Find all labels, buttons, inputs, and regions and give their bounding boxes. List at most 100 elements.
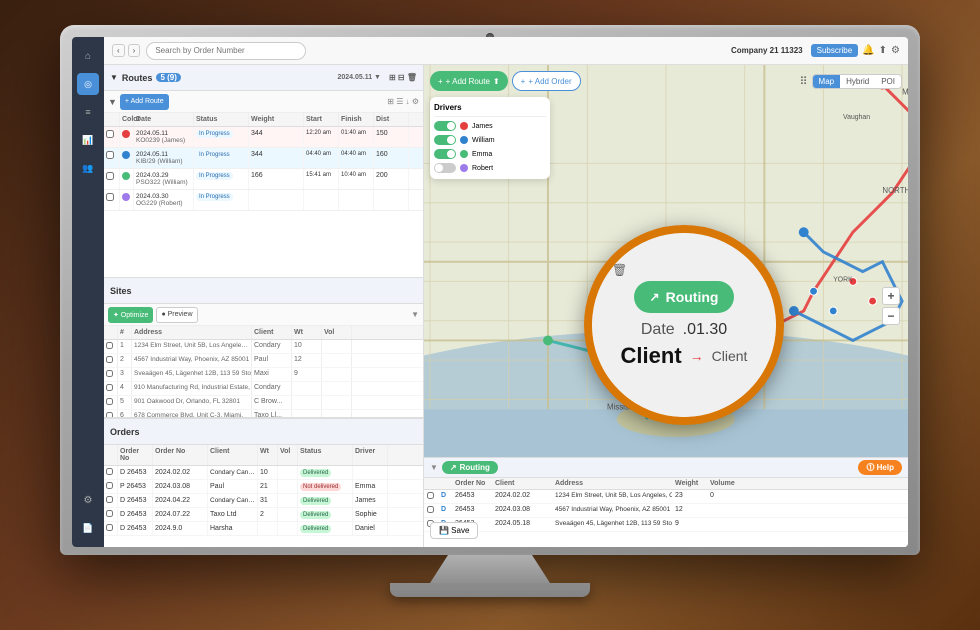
order-row-5[interactable]: D 26453 2024.9.0 Harsha Delivered Daniel — [104, 522, 423, 536]
nav-back-button[interactable]: ‹ — [112, 44, 125, 57]
driver-toggle-4[interactable] — [434, 163, 456, 173]
driver-toggle-1[interactable] — [434, 121, 456, 131]
help-button[interactable]: ⓵ Help — [858, 460, 902, 475]
routes-title: ▼ — [110, 73, 118, 82]
add-route-icon: + — [438, 77, 443, 86]
screen: ⌂ ◎ ≡ 📊 👥 ⚙ 📄 ‹ › — [72, 37, 908, 547]
routes-header: ▼ Routes 5 (9) 2024.05.11 ▼ ⊞ ⊟ 🗑 — [104, 65, 423, 91]
sites-section: Sites ✦ Optimize ● Preview ▼ — [104, 277, 423, 417]
search-input[interactable] — [146, 42, 306, 60]
route-row-3[interactable]: 2024.03.29PSO322 (William) In Progress 1… — [104, 169, 423, 190]
svg-text:Mississauga: Mississauga — [607, 402, 651, 411]
order-row-4[interactable]: D 26453 2024.07.22 Taxo Ltd 2 Delivered … — [104, 508, 423, 522]
zoom-out-button[interactable]: − — [882, 307, 900, 325]
zoom-controls: + − — [882, 287, 900, 325]
driver-toggle-3[interactable] — [434, 149, 456, 159]
svg-text:NORTH YORK: NORTH YORK — [882, 186, 908, 195]
add-route-map-button[interactable]: + + Add Route ⬆ — [430, 71, 508, 91]
svg-text:Markham: Markham — [902, 88, 908, 97]
map-type-map[interactable]: Map — [813, 75, 841, 88]
mini-panel-header: ▼ ↗ Routing ⓵ Help — [424, 458, 908, 478]
driver-color-4 — [460, 164, 468, 172]
col-color: Color — [120, 113, 134, 126]
preview-button[interactable]: ● Preview — [156, 307, 197, 323]
orders-header: Orders — [104, 419, 423, 445]
driver-toggle-2[interactable] — [434, 135, 456, 145]
map-type-hybrid[interactable]: Hybrid — [840, 75, 875, 88]
date-display: 2024.05.11 ▼ — [337, 74, 381, 81]
orders-section: Orders Order No Order No Client Wt — [104, 417, 423, 547]
filter-icon[interactable]: ▼ — [108, 97, 117, 107]
sidebar-icon-chart[interactable]: 📊 — [77, 129, 99, 151]
settings-icon[interactable]: ⚙ — [891, 45, 900, 56]
sidebar-icon-docs[interactable]: 📄 — [77, 517, 99, 539]
add-route-button[interactable]: + Add Route — [120, 94, 169, 110]
app-layout: ⌂ ◎ ≡ 📊 👥 ⚙ 📄 ‹ › — [72, 37, 908, 547]
map-type-poi[interactable]: POI — [875, 75, 901, 88]
nav-forward-button[interactable]: › — [128, 44, 141, 57]
svg-text:Vaughan: Vaughan — [843, 114, 870, 121]
route-row-1[interactable]: 2024.05.11KO0239 (James) In Progress 344… — [104, 127, 423, 148]
subscribe-button[interactable]: Subscribe — [811, 44, 859, 57]
mini-row-1[interactable]: D 26453 2024.02.02 1234 Elm Street, Unit… — [424, 490, 908, 504]
routes-label: Routes — [122, 73, 153, 83]
site-row-1[interactable]: 1 1234 Elm Street, Unit 5B, Los Angeles,… — [104, 340, 423, 354]
col-start: Start — [304, 113, 339, 126]
orders-title: Orders — [110, 427, 140, 437]
driver-row-4: Robert — [434, 161, 546, 175]
site-row-6[interactable]: 6 678 Commerce Blvd, Unit C-3, Miami, FL… — [104, 410, 423, 417]
add-order-map-button[interactable]: + + Add Order — [512, 71, 581, 91]
mini-row-3[interactable]: D 26453 2024.05.18 Sveaägen 45, Lägenhet… — [424, 518, 908, 532]
zoom-in-button[interactable]: + — [882, 287, 900, 305]
map-container[interactable]: Markham Vaughan NORTH YORK YORK Nashvill… — [424, 65, 908, 547]
site-row-2[interactable]: 2 4567 Industrial Way, Phoenix, AZ 85001… — [104, 354, 423, 368]
left-panel: ▼ Routes 5 (9) 2024.05.11 ▼ ⊞ ⊟ 🗑 ▼ + — [104, 65, 424, 547]
bottom-mini-panel: ▼ ↗ Routing ⓵ Help — [424, 457, 908, 547]
map-type-toggle: Map Hybrid POI — [812, 74, 902, 89]
mini-table-header: Order No Client Address Weight Volume — [424, 478, 908, 490]
route-row-4[interactable]: 2024.03.30OG229 (Robert) In Progress — [104, 190, 423, 211]
save-btn-area: 💾 Save — [430, 522, 478, 539]
bell-icon[interactable]: 🔔 — [862, 45, 874, 56]
routes-count: 5 (9) — [156, 73, 180, 82]
sidebar-icon-home[interactable]: ⌂ — [77, 45, 99, 67]
driver-color-2 — [460, 136, 468, 144]
orders-table: Order No Order No Client Wt Vol Status D… — [104, 445, 423, 547]
driver-row-1: James — [434, 119, 546, 133]
route-row-2[interactable]: 2024.05.11KIB/29 (William) In Progress 3… — [104, 148, 423, 169]
sidebar-icon-list[interactable]: ≡ — [77, 101, 99, 123]
order-row-3[interactable]: D 26453 2024.04.22 Condary Canada Inc 31… — [104, 494, 423, 508]
trend-icon-mini: ↗ — [450, 463, 457, 472]
view-icons: ⊞ ⊟ 🗑 — [389, 73, 417, 82]
optimize-button[interactable]: ✦ Optimize — [108, 307, 153, 323]
driver-row-3: Emma — [434, 147, 546, 161]
monitor-base — [390, 583, 590, 597]
upload-icon: ⬆ — [493, 77, 500, 86]
sidebar-icon-map[interactable]: ◎ — [77, 73, 99, 95]
driver-name-1: James — [472, 123, 493, 130]
mini-row-2[interactable]: D 26453 2024.03.08 4567 Industrial Way, … — [424, 504, 908, 518]
col-status: Status — [194, 113, 249, 126]
svg-text:Nashville: Nashville — [636, 255, 669, 264]
site-row-5[interactable]: 5 901 Oakwood Dr, Orlando, FL 32801 C Br… — [104, 396, 423, 410]
order-row-2[interactable]: P 26453 2024.03.08 Paul 21 Not delivered… — [104, 480, 423, 494]
site-row-4[interactable]: 4 910 Manufacturing Rd, Industrial Estat… — [104, 382, 423, 396]
drivers-title: Drivers — [434, 101, 546, 117]
top-bar-actions: Company 21 11323 Subscribe 🔔 ⬆ ⚙ — [731, 44, 900, 57]
sidebar-icon-people[interactable]: 👥 — [77, 157, 99, 179]
sidebar-icon-settings[interactable]: ⚙ — [77, 489, 99, 511]
toolbar-icons: ⊞ ☰ ↓ ⚙ — [387, 97, 419, 106]
share-icon[interactable]: ⬆ — [879, 45, 887, 56]
col-weight: Weight — [249, 113, 304, 126]
sites-table-header: # Address Client Wt Vol — [104, 326, 423, 340]
sites-filter-icon[interactable]: ▼ — [411, 310, 419, 319]
routes-toolbar: ▼ + Add Route ⊞ ☰ ↓ ⚙ — [104, 91, 423, 113]
driver-name-3: Emma — [472, 151, 492, 158]
routes-section: ▼ Routes 5 (9) 2024.05.11 ▼ ⊞ ⊟ 🗑 ▼ + — [104, 65, 423, 277]
filter-icon-mini[interactable]: ▼ — [430, 463, 438, 472]
site-row-3[interactable]: 3 Sveaägen 45, Lägenhet 12B, 113 59 Stoc… — [104, 368, 423, 382]
save-button[interactable]: 💾 Save — [430, 522, 478, 539]
add-order-icon: + — [521, 77, 526, 86]
order-row-1[interactable]: D 26453 2024.02.02 Condary Canada Inc 10… — [104, 466, 423, 480]
driver-color-3 — [460, 150, 468, 158]
